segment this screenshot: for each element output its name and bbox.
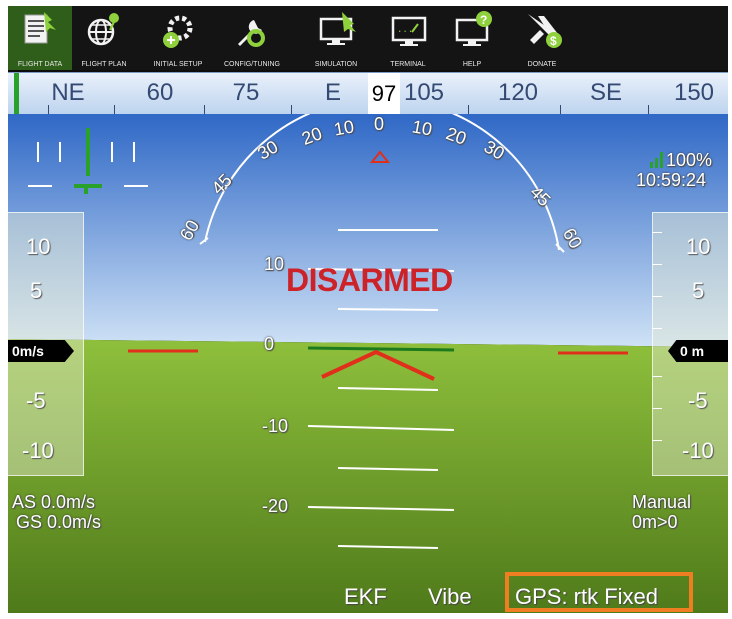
vibe-status[interactable]: Vibe bbox=[428, 584, 472, 610]
svg-text:$: $ bbox=[550, 34, 557, 48]
roll-label: 10 bbox=[410, 116, 434, 140]
heading-label: 150 bbox=[673, 79, 715, 106]
altitude-tick bbox=[652, 328, 662, 329]
flight-plan-icon bbox=[87, 13, 119, 46]
heading-tape-marker bbox=[14, 73, 19, 115]
arming-status: DISARMED bbox=[286, 262, 453, 298]
config-tuning-icon bbox=[238, 20, 265, 47]
toolbar-config-tuning-button[interactable]: CONFIG/TUNING bbox=[220, 6, 284, 70]
distance-readout: 0m>0 bbox=[632, 512, 678, 532]
airspeed-readout: AS 0.0m/s bbox=[12, 492, 96, 512]
current-heading-readout: 97 bbox=[368, 73, 400, 115]
toolbar-help-button[interactable]: ? HELP bbox=[440, 6, 504, 70]
toolbar-initial-setup-button[interactable]: INITIAL SETUP bbox=[146, 6, 210, 70]
heading-label: NE bbox=[51, 79, 85, 106]
speed-tape-label: 10 bbox=[26, 234, 51, 259]
signal-percent: 100% bbox=[666, 150, 713, 170]
gps-status[interactable]: GPS: rtk Fixed bbox=[515, 584, 658, 610]
toolbar-label: TERMINAL bbox=[390, 61, 426, 68]
toolbar-label: SIMULATION bbox=[314, 61, 358, 68]
heading-label: 105 bbox=[403, 79, 445, 106]
roll-label: 0 bbox=[374, 114, 385, 134]
toolbar-label: FLIGHT PLAN bbox=[81, 61, 127, 68]
heading-label: SE bbox=[589, 79, 623, 106]
altitude-tape-label: -5 bbox=[688, 388, 708, 413]
altitude-tick bbox=[652, 376, 662, 377]
altitude-tape-label: 5 bbox=[692, 278, 705, 303]
altitude-tick bbox=[652, 296, 662, 297]
pitch-label: -10 bbox=[262, 416, 289, 436]
horizon-line bbox=[307, 346, 455, 352]
hud-background bbox=[8, 114, 728, 613]
ekf-status[interactable]: EKF bbox=[344, 584, 387, 610]
hud-display: 60 45 30 20 10 0 10 20 30 45 60 10 0 -10… bbox=[8, 114, 728, 613]
toolbar-label: FLIGHT DATA bbox=[17, 61, 63, 68]
speed-tape-label: -5 bbox=[26, 388, 46, 413]
pitch-label: -20 bbox=[262, 496, 289, 516]
terminal-icon: ... bbox=[391, 16, 427, 46]
vertical-speed-readout: 0m/s bbox=[8, 340, 74, 362]
heading-label: 75 bbox=[232, 79, 260, 106]
svg-text:...: ... bbox=[397, 25, 413, 35]
clock: 10:59:24 bbox=[636, 170, 707, 190]
altitude-tick bbox=[652, 440, 662, 441]
help-icon: ? bbox=[455, 11, 492, 46]
initial-setup-icon bbox=[163, 15, 193, 48]
altitude-tape-label: -10 bbox=[682, 438, 714, 463]
altitude-tape-label: 10 bbox=[686, 234, 711, 259]
speed-tape-label: -10 bbox=[22, 438, 54, 463]
altitude-tick bbox=[652, 408, 662, 409]
pitch-line bbox=[337, 308, 439, 311]
mission-planner-window: FLIGHT DATA FLIGHT PLAN INITIAL SETUP CO… bbox=[8, 6, 728, 613]
main-toolbar: FLIGHT DATA FLIGHT PLAN INITIAL SETUP CO… bbox=[8, 6, 728, 70]
toolbar-label: INITIAL SETUP bbox=[153, 61, 203, 68]
altitude-tick bbox=[652, 264, 662, 265]
toolbar-simulation-button[interactable]: SIMULATION bbox=[304, 6, 368, 70]
toolbar-terminal-button[interactable]: ... TERMINAL bbox=[376, 6, 440, 70]
toolbar-label: DONATE bbox=[527, 61, 557, 68]
donate-icon: $ bbox=[528, 14, 562, 48]
roll-label: 10 bbox=[332, 116, 356, 140]
toolbar-label: CONFIG/TUNING bbox=[224, 61, 280, 68]
pitch-label: 10 bbox=[264, 254, 285, 274]
flight-mode: Manual bbox=[632, 492, 692, 512]
altitude-readout: 0 m bbox=[668, 340, 728, 362]
signal-strength-icon bbox=[650, 152, 663, 168]
heading-tape: NE 60 75 E 105 120 SE 150 97 bbox=[8, 72, 728, 115]
heading-label: 60 bbox=[146, 79, 174, 106]
toolbar-donate-button[interactable]: $ DONATE bbox=[510, 6, 574, 70]
toolbar-flight-data-button[interactable]: FLIGHT DATA bbox=[8, 6, 72, 70]
toolbar-flight-plan-button[interactable]: FLIGHT PLAN bbox=[72, 6, 136, 70]
heading-label: 120 bbox=[497, 79, 539, 106]
pitch-label: 0 bbox=[264, 334, 275, 354]
svg-text:?: ? bbox=[480, 13, 487, 27]
speed-tape-label: 5 bbox=[30, 278, 43, 303]
flight-data-icon bbox=[24, 12, 56, 44]
heading-label: E bbox=[324, 79, 342, 106]
simulation-icon bbox=[319, 12, 356, 45]
toolbar-label: HELP bbox=[462, 61, 482, 68]
groundspeed-readout: GS 0.0m/s bbox=[16, 512, 102, 532]
altitude-tick bbox=[652, 232, 662, 233]
